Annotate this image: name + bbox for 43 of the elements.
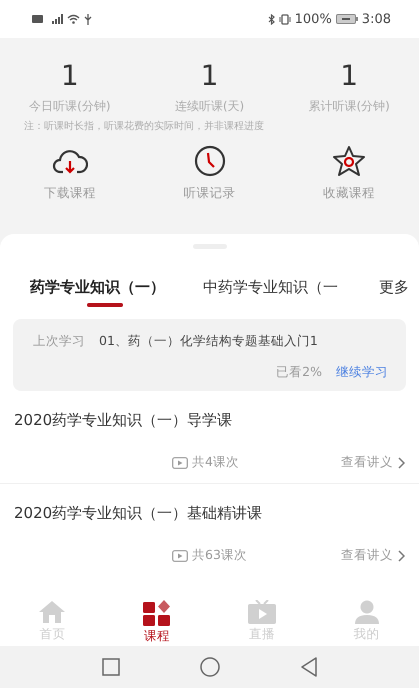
course-title[interactable]: 2020药学专业知识（一）基础精讲课	[14, 504, 405, 523]
battery-icon	[336, 14, 358, 24]
clock-icon[interactable]	[194, 145, 226, 177]
handout-link[interactable]: 查看讲义	[341, 454, 393, 471]
stat-value: 1	[340, 58, 358, 94]
course-title[interactable]: 2020药学专业知识（一）导学课	[14, 411, 405, 430]
vibrate-icon	[278, 14, 291, 24]
course-tab[interactable]: 药学专业知识（一）	[30, 275, 169, 309]
wifi-icon	[67, 14, 80, 24]
stat-label: 今日听课(分钟)	[29, 98, 111, 115]
more-link[interactable]: 更多	[379, 275, 409, 297]
stat-value: 1	[200, 58, 218, 94]
usb-icon	[84, 14, 92, 24]
home-button[interactable]	[200, 657, 220, 677]
shortcut-label[interactable]: 收藏课程	[323, 185, 376, 202]
stat-label: 连续听课(天)	[174, 98, 244, 115]
chevron-right-icon[interactable]	[398, 456, 405, 468]
last-study-card[interactable]: 上次学习 01、药（一）化学结构专题基础入门1 已看2% 继续学习	[13, 319, 406, 391]
battery-percent: 100%	[294, 12, 332, 26]
stat-label: 累计听课(分钟)	[308, 98, 390, 115]
progress-text: 已看2%	[276, 364, 322, 381]
video-icon	[172, 456, 188, 468]
star-icon[interactable]	[332, 145, 366, 177]
handout-link[interactable]: 查看讲义	[341, 547, 393, 564]
lesson-title: 01、药（一）化学结构专题基础入门1	[99, 333, 318, 350]
chevron-right-icon[interactable]	[398, 550, 405, 562]
shortcut-label[interactable]: 听课记录	[184, 185, 236, 202]
person-icon	[354, 600, 380, 624]
back-button[interactable]	[300, 657, 318, 677]
continue-link[interactable]: 继续学习	[336, 364, 388, 381]
last-study-label: 上次学习	[33, 333, 85, 350]
note-text: 注：听课时长指，听课花费的实际时间，并非课程进度	[23, 120, 265, 133]
grid-icon	[143, 600, 172, 626]
course-tab[interactable]: 中药学专业知识（一	[203, 275, 342, 309]
shortcut-label[interactable]: 下载课程	[44, 185, 96, 202]
stat-value: 1	[60, 58, 79, 94]
lesson-count: 共4课次	[192, 454, 239, 471]
video-icon	[172, 550, 188, 562]
clock-time: 3:08	[362, 12, 391, 26]
nav-tab[interactable]: 课程	[104, 600, 210, 646]
lesson-count: 共63课次	[192, 547, 247, 564]
bluetooth-icon	[268, 14, 275, 24]
recents-button[interactable]	[102, 658, 120, 676]
